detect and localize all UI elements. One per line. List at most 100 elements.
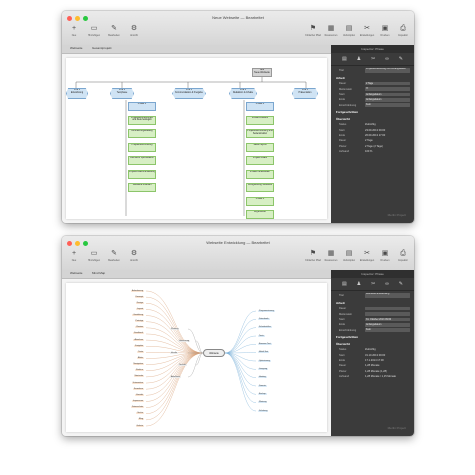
mindmap-node[interactable]: Tests [258,334,265,337]
info-icon[interactable]: ▤ [342,56,347,62]
person-icon[interactable]: ♟ [357,281,361,287]
mindmap-node[interactable]: Wartung [258,401,268,404]
mindmap-node[interactable]: Optimierung [258,359,271,362]
link-icon[interactable]: ∞ [385,281,389,287]
mindmap-node[interactable]: Schnittstellen [258,326,272,329]
wbs-task[interactable]: Projektbeschreibung und Seitenstruktur [246,129,274,138]
link-icon[interactable]: ∞ [385,56,389,62]
toolbar-button[interactable]: ⎙ Inspektor [396,250,410,262]
wbs-task[interactable]: Phase 4 [246,102,274,111]
wbs-task[interactable]: Projekt Ablauf [246,156,274,165]
tab-mind-map[interactable]: Mind Map [92,271,105,275]
toolbar-button[interactable]: ⚑ Kritischer Pfad [305,25,321,37]
wbs-task[interactable]: Projektbeschreibung [128,142,156,152]
field-value[interactable]: Kein [365,328,410,333]
mindmap-node[interactable]: Backup [258,392,267,395]
tab-webseite[interactable]: Webseite [70,271,82,275]
mindmap-node[interactable]: Struktur [134,369,144,372]
wbs-task[interactable]: Projektanforderungen und Ziele festlegen [128,115,156,125]
mindmap-node[interactable]: Konzept [134,295,144,298]
field-value[interactable]: Anfangsdatum [365,323,410,327]
toolbar-button[interactable]: ✎ Bearbeiten [107,250,121,262]
toolbar-button[interactable]: + Neu [67,25,81,37]
mindmap-node[interactable]: Datenschutz [130,406,144,409]
wbs-task[interactable]: Projektzusammenfassung [128,169,156,179]
attachment-icon[interactable]: ✎ [399,56,403,62]
mindmap-node[interactable]: Schulung [258,409,269,412]
mindmap-node[interactable]: Impressum [132,399,144,402]
mindmap-node[interactable]: Umsetzung [178,339,191,342]
mindmap-node[interactable]: Navigation [132,363,144,366]
mindmap-node[interactable]: Datenbank [258,317,270,320]
mindmap-node[interactable]: Planung [170,327,180,330]
mindmap-node[interactable]: Galerie [135,424,144,427]
toolbar-button[interactable]: ⚑ Kritischer Pfad [305,250,321,262]
mindmap-node[interactable]: Abschluss [170,375,182,378]
info-icon[interactable]: ▤ [342,281,347,287]
wbs-task[interactable]: Fachliche Spezifikation [128,156,156,165]
mindmap-node[interactable]: Prototyp [134,320,144,323]
mindmap-center[interactable]: Webseite [203,349,225,357]
mindmap-node[interactable]: Browser-Test [258,342,272,345]
wbs-task[interactable]: Seiten layout [246,142,274,152]
toolbar-button[interactable]: ⎙ Inspektor [396,25,410,37]
mindmap-node[interactable]: Domain [258,384,267,387]
wbs-task[interactable]: Phase 4 [246,196,274,206]
mindmap-node[interactable]: Gestaltung [132,314,144,317]
field-value[interactable]: ☐ [365,87,410,91]
mindmap-node[interactable]: Bilder [136,357,144,359]
mindmap-node[interactable]: Mobil-Test [258,351,270,354]
wbs-phase[interactable]: Pha 2 Testphase [110,88,134,99]
toolbar-button[interactable]: ▦ Ressourcen [324,25,338,37]
wbs-task[interactable]: Inhalte erstellen [246,115,274,125]
wbs-phase[interactable]: Pha 4 Redaktion & Inhalte [229,88,257,99]
toolbar-button[interactable]: ▭ Hinzufügen [87,25,101,37]
wbs-task[interactable]: Ergebnisse [246,210,274,219]
toolbar-button[interactable]: ▤ Verknüpfen [342,25,356,37]
field-value[interactable]: Anfangsdatum [365,92,410,97]
wbs-task[interactable]: Fertigstellung Webseite [246,183,274,192]
scissors-icon[interactable]: ✂ [371,281,375,287]
mindmap-node[interactable]: Kontakt [135,393,144,396]
title-field[interactable]: Projektentwicklung und Anfangsideen [365,67,410,73]
mindmap-node[interactable]: Hosting [258,376,267,379]
wbs-phase[interactable]: Pha 3 Kommunikation & Freigabe [172,88,206,99]
toolbar-button[interactable]: ▦ Ressourcen [324,250,338,262]
scissors-icon[interactable]: ✂ [371,56,375,62]
wbs-task[interactable]: Webseite erstellen [128,183,156,192]
toolbar-button[interactable]: ⚙ Ansicht [127,25,141,37]
mindmap-node[interactable]: Review [135,326,144,329]
wbs-phase[interactable]: Pha 5 Präsentation [292,88,318,99]
toolbar-button[interactable]: ▣ Drucken [378,25,392,37]
wbs-task[interactable]: Anforderungskatalog [128,129,156,138]
mindmap-node[interactable]: Technik [178,363,187,366]
mindmap-node[interactable]: Texte [137,350,144,353]
wbs-task[interactable]: Phase 1 [128,102,156,111]
mindmap-node[interactable]: Inhalte [170,351,179,354]
toolbar-button[interactable]: ▭ Hinzufügen [87,250,101,262]
field-value[interactable]: 2 Tage [365,81,410,86]
field-value[interactable]: 31. Oktober 2013 09:00 [365,317,410,322]
wbs-root[interactable]: Neu Neue Webseite [252,68,272,77]
person-icon[interactable]: ♟ [357,56,361,62]
tab-webseite[interactable]: Webseite [70,46,82,50]
title-field[interactable]: Webseite Entwicklung [365,292,410,298]
attachment-icon[interactable]: ✎ [399,281,403,287]
mindmap-node[interactable]: Formulare [132,387,144,390]
toolbar-button[interactable]: ▣ Drucken [378,250,392,262]
toolbar-button[interactable]: ✎ Bearbeiten [107,25,121,37]
mindmap-node[interactable]: Suche [136,412,144,415]
mindmap-node[interactable]: Design [135,301,144,304]
wbs-task[interactable]: Inhalte bereitstellen [246,169,274,179]
toolbar-button[interactable]: ✂ Einstellungen [360,25,374,37]
mindmap-node[interactable]: Livegang [258,367,269,370]
mindmap-node[interactable]: Programmierung [258,309,275,312]
tab-gesamtprojekt[interactable]: Gesamtprojekt [92,46,112,50]
mindmap-node[interactable]: Abnahme [133,338,144,341]
toolbar-button[interactable]: ▤ Verknüpfen [342,250,356,262]
mindmap-node[interactable]: Unterseiten [131,381,144,384]
mindmap-node[interactable]: Layout [135,307,144,310]
mindmap-node[interactable]: Anforderung [130,289,144,292]
field-value[interactable] [365,312,410,316]
field-value[interactable]: Anfangsdatum [365,98,410,102]
